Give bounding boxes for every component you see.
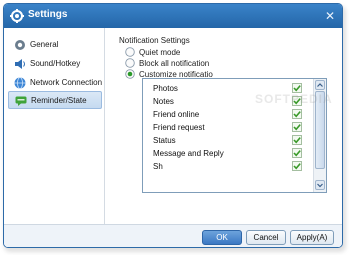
chat-icon bbox=[15, 96, 27, 106]
watermark: SOFTPEDIA bbox=[255, 92, 333, 106]
title-bar[interactable]: Settings ✕ bbox=[4, 4, 342, 28]
apply-button[interactable]: Apply(A) bbox=[290, 230, 334, 245]
sidebar-item-general[interactable]: General bbox=[8, 36, 102, 54]
share-checkbox[interactable] bbox=[292, 161, 302, 171]
speaker-icon bbox=[15, 59, 25, 69]
sidebar-item-network-connection[interactable]: Network Connection bbox=[8, 74, 102, 92]
cancel-button[interactable]: Cancel bbox=[246, 230, 286, 245]
settings-window: Settings ✕ General Sound/Hotkey Network … bbox=[3, 3, 343, 248]
dialog-footer: OK Cancel Apply(A) bbox=[4, 224, 342, 247]
sidebar-item-reminder-state[interactable]: Reminder/State bbox=[8, 91, 102, 109]
group-label: Notification Settings bbox=[119, 36, 190, 45]
block-all-radio[interactable] bbox=[125, 58, 135, 68]
quiet-mode-radio[interactable] bbox=[125, 47, 135, 57]
chevron-down-icon bbox=[317, 183, 323, 188]
notification-settings-panel: Notification Settings Quiet mode Block a… bbox=[105, 28, 342, 224]
list-item: Sh bbox=[143, 160, 311, 173]
list-item-label: Status bbox=[153, 136, 176, 145]
friend-request-checkbox[interactable] bbox=[292, 122, 302, 132]
customize-radio[interactable] bbox=[125, 69, 135, 79]
sidebar-item-label: General bbox=[30, 40, 59, 49]
block-all-label[interactable]: Block all notification bbox=[139, 59, 209, 68]
list-item: Status bbox=[143, 134, 311, 147]
ok-button[interactable]: OK bbox=[202, 230, 242, 245]
gear-icon bbox=[10, 9, 24, 23]
settings-sidebar: General Sound/Hotkey Network Connection bbox=[4, 28, 105, 224]
scroll-down-button[interactable] bbox=[315, 180, 325, 190]
list-item-label: Photos bbox=[153, 84, 178, 93]
friend-online-checkbox[interactable] bbox=[292, 109, 302, 119]
sidebar-item-label: Sound/Hotkey bbox=[30, 59, 81, 68]
chevron-up-icon bbox=[317, 83, 323, 87]
list-item-label: Friend request bbox=[153, 123, 205, 132]
close-button[interactable]: ✕ bbox=[322, 8, 338, 24]
message-reply-checkbox[interactable] bbox=[292, 148, 302, 158]
sidebar-item-label: Network Connection bbox=[30, 78, 103, 87]
list-item-label: Message and Reply bbox=[153, 149, 224, 158]
sidebar-item-sound-hotkey[interactable]: Sound/Hotkey bbox=[8, 55, 102, 73]
list-item-label: Notes bbox=[153, 97, 174, 106]
sidebar-item-label: Reminder/State bbox=[31, 96, 87, 105]
status-checkbox[interactable] bbox=[292, 135, 302, 145]
list-item: Friend request bbox=[143, 121, 311, 134]
list-item: Message and Reply bbox=[143, 147, 311, 160]
list-item: Friend online bbox=[143, 108, 311, 121]
list-item-label: Friend online bbox=[153, 110, 200, 119]
quiet-mode-label[interactable]: Quiet mode bbox=[139, 48, 180, 57]
list-item-label: Sh bbox=[153, 162, 163, 171]
globe-icon bbox=[14, 77, 26, 89]
scroll-up-button[interactable] bbox=[315, 80, 325, 90]
window-title: Settings bbox=[28, 9, 68, 20]
gear-icon bbox=[15, 40, 25, 50]
